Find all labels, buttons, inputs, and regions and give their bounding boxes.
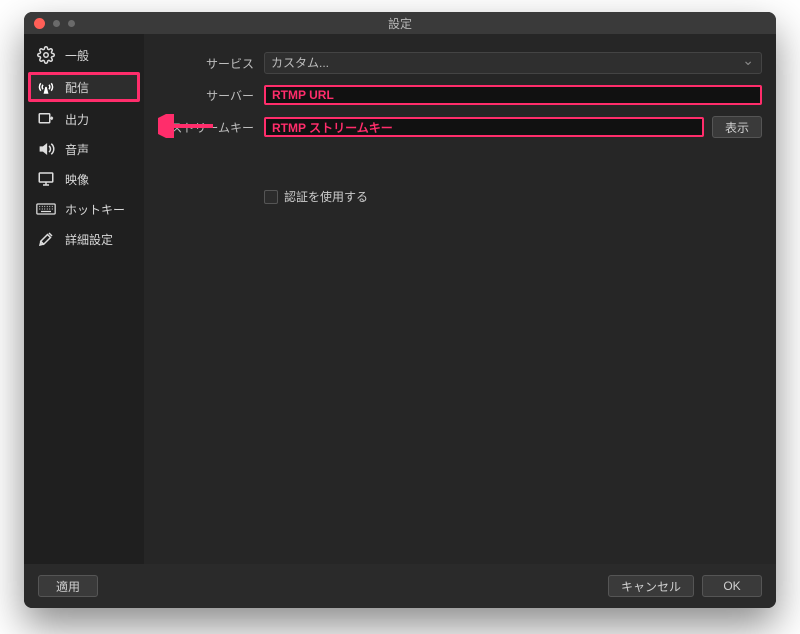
output-icon bbox=[35, 110, 57, 128]
apply-button[interactable]: 適用 bbox=[38, 575, 98, 597]
streamkey-input[interactable]: RTMP ストリームキー bbox=[264, 117, 704, 137]
window-title: 設定 bbox=[24, 15, 776, 32]
gear-icon bbox=[35, 46, 57, 64]
streamkey-annotation-text: RTMP ストリームキー bbox=[272, 119, 393, 136]
sidebar-item-audio[interactable]: 音声 bbox=[24, 134, 144, 164]
show-key-button[interactable]: 表示 bbox=[712, 116, 762, 138]
service-select[interactable]: カスタム... bbox=[264, 52, 762, 74]
ok-button[interactable]: OK bbox=[702, 575, 762, 597]
settings-window: 設定 一般 配信 出力 bbox=[24, 12, 776, 608]
sidebar-item-label: 一般 bbox=[65, 47, 89, 64]
streamkey-label: ストリームキー bbox=[144, 119, 264, 136]
sidebar-item-general[interactable]: 一般 bbox=[24, 40, 144, 70]
content-pane: サービス カスタム... サーバー RTMP URL ストリームキー bbox=[144, 34, 776, 564]
keyboard-icon bbox=[35, 202, 57, 216]
auth-checkbox[interactable] bbox=[264, 190, 278, 204]
titlebar: 設定 bbox=[24, 12, 776, 34]
sidebar-item-label: 出力 bbox=[65, 111, 89, 128]
auth-checkbox-label: 認証を使用する bbox=[284, 188, 368, 205]
sidebar-item-label: 音声 bbox=[65, 141, 89, 158]
sidebar-item-advanced[interactable]: 詳細設定 bbox=[24, 224, 144, 254]
sidebar-item-label: 詳細設定 bbox=[65, 231, 113, 248]
sidebar-item-label: 配信 bbox=[65, 79, 89, 96]
auth-row: 認証を使用する bbox=[264, 188, 762, 205]
sidebar-item-video[interactable]: 映像 bbox=[24, 164, 144, 194]
server-annotation-text: RTMP URL bbox=[272, 88, 334, 102]
cancel-button[interactable]: キャンセル bbox=[608, 575, 694, 597]
server-input[interactable]: RTMP URL bbox=[264, 85, 762, 105]
streamkey-row: ストリームキー RTMP ストリームキー 表示 bbox=[144, 114, 762, 140]
sidebar: 一般 配信 出力 音声 bbox=[24, 34, 144, 564]
antenna-icon bbox=[35, 78, 57, 96]
monitor-icon bbox=[35, 170, 57, 188]
tools-icon bbox=[35, 230, 57, 248]
sidebar-item-label: ホットキー bbox=[65, 201, 125, 218]
sidebar-item-label: 映像 bbox=[65, 171, 89, 188]
service-row: サービス カスタム... bbox=[144, 50, 762, 76]
sidebar-item-hotkeys[interactable]: ホットキー bbox=[24, 194, 144, 224]
speaker-icon bbox=[35, 140, 57, 158]
sidebar-item-output[interactable]: 出力 bbox=[24, 104, 144, 134]
server-row: サーバー RTMP URL bbox=[144, 82, 762, 108]
sidebar-item-stream[interactable]: 配信 bbox=[28, 72, 140, 102]
server-label: サーバー bbox=[144, 87, 264, 104]
service-label: サービス bbox=[144, 55, 264, 72]
footer: 適用 キャンセル OK bbox=[24, 564, 776, 608]
